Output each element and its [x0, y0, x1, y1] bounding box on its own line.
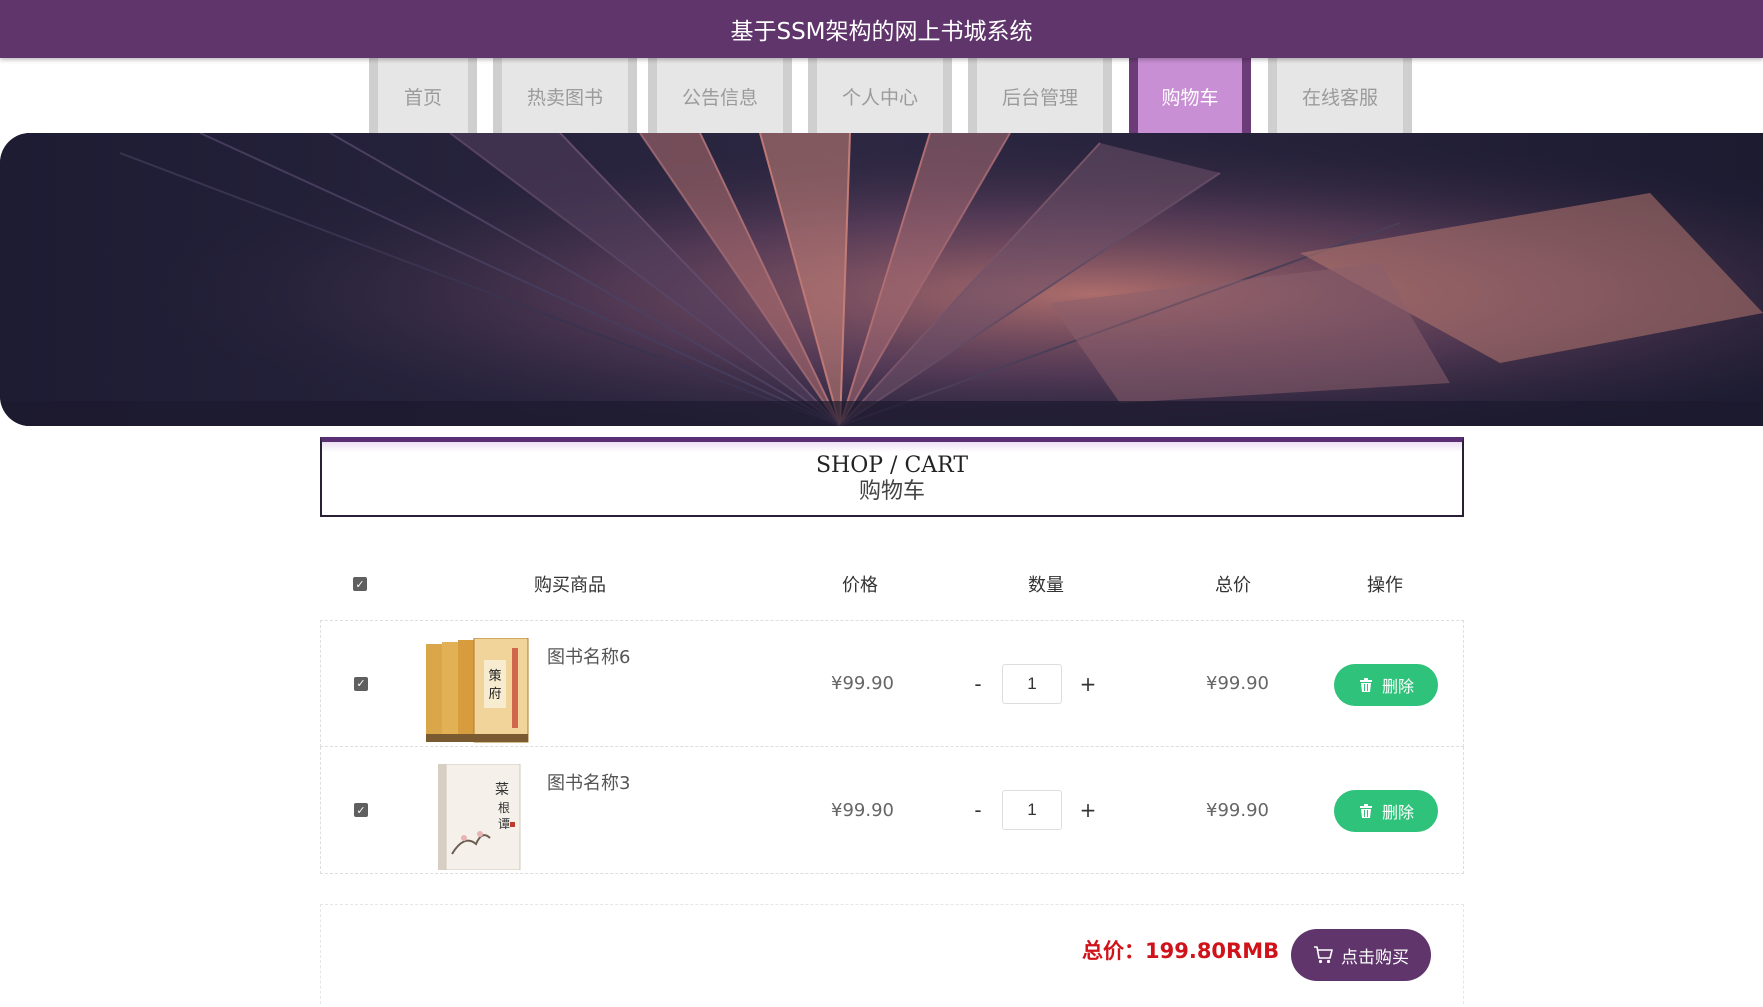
cart-icon	[1314, 946, 1333, 964]
checkbox-icon: ✓	[355, 577, 365, 591]
checkbox-icon: ✓	[356, 803, 366, 817]
app-title-bar: 基于SSM架构的网上书城系统	[0, 0, 1763, 58]
header-price: 价格	[842, 575, 878, 596]
nav-item-admin[interactable]: 后台管理	[968, 58, 1112, 134]
checkout-button-label: 点击购买	[1341, 947, 1409, 968]
item-subtotal: ¥99.90	[1206, 799, 1269, 821]
book-cover-image[interactable]: 策 府	[424, 637, 530, 744]
nav-item-announcements[interactable]: 公告信息	[648, 58, 792, 134]
cart-item-row: ✓ 策 府 图书名称6 ¥99.90 - + ¥99.90	[320, 620, 1464, 747]
item-price: ¥99.90	[831, 799, 894, 821]
book-name[interactable]: 图书名称6	[547, 643, 630, 669]
quantity-decrease-button[interactable]: -	[966, 747, 990, 873]
svg-text:府: 府	[488, 687, 501, 702]
main-nav: 首页 热卖图书 公告信息 个人中心 后台管理 购物车 在线客服	[0, 58, 1763, 134]
delete-button[interactable]: 删除	[1334, 664, 1438, 706]
book-name[interactable]: 图书名称3	[547, 769, 630, 795]
svg-text:策: 策	[488, 668, 501, 684]
banner-image	[0, 133, 1763, 426]
header-action: 操作	[1367, 575, 1403, 596]
item-price: ¥99.90	[831, 673, 894, 694]
quantity-increase-button[interactable]: +	[1076, 747, 1100, 873]
svg-text:菜: 菜	[495, 782, 509, 798]
nav-item-home[interactable]: 首页	[369, 58, 477, 134]
section-title-cn: 购物车	[858, 479, 925, 504]
select-all-checkbox[interactable]: ✓	[353, 577, 367, 591]
trash-icon	[1359, 804, 1372, 818]
delete-button-label: 删除	[1381, 803, 1414, 822]
svg-text:谭: 谭	[498, 817, 510, 831]
item-checkbox[interactable]: ✓	[354, 676, 368, 691]
cart-item-row: ✓ 菜 根 谭 图书名称3 ¥99.90 - + ¥99.90	[320, 747, 1464, 874]
nav-item-cart[interactable]: 购物车	[1129, 58, 1251, 134]
nav-item-online-service[interactable]: 在线客服	[1268, 58, 1412, 134]
delete-button[interactable]: 删除	[1334, 790, 1438, 832]
quantity-increase-button[interactable]: +	[1076, 621, 1100, 746]
cart-summary: 总价：199.80RMB 点击购买	[320, 904, 1464, 1004]
header-subtotal: 总价	[1215, 575, 1251, 596]
cart-table: ✓ 购买商品 价格 数量 总价 操作 ✓ 策 府 图书名称6 ¥99.90 - …	[320, 548, 1464, 874]
nav-item-hot-books[interactable]: 热卖图书	[493, 58, 637, 134]
svg-text:根: 根	[498, 801, 510, 815]
total-price: 总价：199.80RMB	[1082, 939, 1280, 963]
checkbox-icon: ✓	[356, 677, 366, 690]
checkout-button[interactable]: 点击购买	[1291, 929, 1431, 981]
trash-icon	[1359, 678, 1372, 692]
book-cover-image[interactable]: 菜 根 谭	[424, 763, 530, 871]
quantity-input[interactable]	[1002, 664, 1062, 704]
delete-button-label: 删除	[1381, 677, 1414, 696]
quantity-decrease-button[interactable]: -	[966, 621, 990, 746]
section-title-en: SHOP / CART	[815, 453, 969, 478]
app-title: 基于SSM架构的网上书城系统	[730, 19, 1033, 45]
cart-header-row: ✓ 购买商品 价格 数量 总价 操作	[320, 548, 1464, 620]
quantity-input[interactable]	[1002, 790, 1062, 830]
item-subtotal: ¥99.90	[1206, 673, 1269, 694]
section-header: SHOP / CART 购物车	[320, 437, 1464, 517]
header-quantity: 数量	[1028, 575, 1064, 596]
header-product: 购买商品	[534, 575, 606, 596]
item-checkbox[interactable]: ✓	[354, 803, 368, 817]
nav-item-personal-center[interactable]: 个人中心	[808, 58, 952, 134]
